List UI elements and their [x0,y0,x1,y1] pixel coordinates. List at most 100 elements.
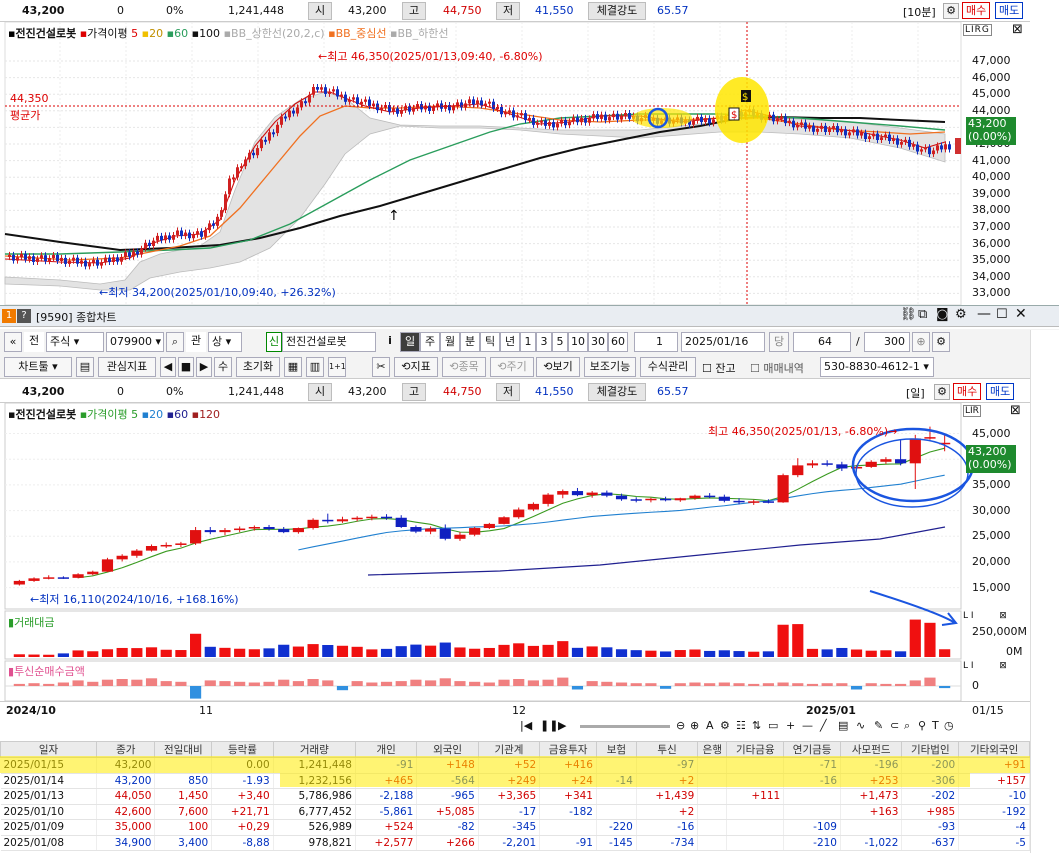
column-header[interactable]: 기관계 [477,741,541,758]
one-plus-one-button[interactable]: 1+1 [328,357,346,377]
min-10[interactable]: 10 [568,332,588,352]
scroll-left-button[interactable]: ◀ [160,357,176,377]
table-row[interactable]: 2025/01/15 43,200 0.00 1,241,448 -91 +148 +52 +… [0,757,1030,774]
table-row[interactable]: 2025/01/14 43,200 850 -1.93 1,232,156 +465 -56… [0,773,1030,789]
fib-icon[interactable]: ∿ [856,719,865,732]
bars-input[interactable]: 64 [793,332,851,352]
collapse-icon[interactable]: « [4,332,22,352]
settings-icon[interactable]: ⚙ [720,719,730,732]
column-header[interactable]: 기타금융 [726,741,785,758]
chart-type-icon[interactable]: ☷ [736,719,746,732]
interval[interactable]: [일] [906,385,925,401]
market-select[interactable]: 주식 ▾ [46,332,104,352]
cursor-icon[interactable]: ▭ [768,719,778,732]
scissors-icon[interactable]: ✂ [372,357,390,377]
trade-history-checkbox[interactable]: ☐ 매매내역 [750,360,804,376]
view-button[interactable]: ⟲보기 [536,357,580,377]
maximize-icon[interactable]: ☐ [996,307,1008,322]
pause-icon[interactable]: ❚❚ [540,719,558,732]
line-icon[interactable]: — [802,719,813,732]
account-select[interactable]: 530-8830-4612-1 ▾ [820,357,934,377]
min-5[interactable]: 5 [552,332,568,352]
sell-button[interactable]: 매도 [995,2,1024,19]
save-icon[interactable]: ▤ [76,357,94,377]
period-day[interactable]: 일 [400,332,420,352]
pin-icon[interactable]: ⚲ [918,719,926,732]
column-header[interactable]: 기타법인 [901,741,960,758]
sin-button[interactable]: 신 [266,332,282,352]
window-close-icon[interactable]: ✕ [1015,306,1027,322]
prev-button[interactable]: 전 [24,332,44,352]
column-header[interactable]: 개인 [354,741,418,758]
column-header[interactable]: 외국인 [416,741,479,758]
chart-settings-icon[interactable]: ⚙ [932,332,950,352]
date-input[interactable]: 2025/01/16 [681,332,765,352]
stock-name-field[interactable]: 전진건설로봇 [282,332,376,352]
copy-icon[interactable]: ⧉ [918,307,927,322]
zoom-box-icon[interactable]: ⌕ [904,719,910,733]
buy-button[interactable]: 매수 [962,2,991,19]
play-icon[interactable]: ▶ [558,719,566,732]
zoom-in-icon[interactable]: ⊕ [690,719,699,732]
buy-button[interactable]: 매수 [953,383,982,400]
zoom-out-icon[interactable]: ⊖ [676,719,685,732]
period-button[interactable]: ⟲주기 [490,357,534,377]
trend-icon[interactable]: ╱ [820,719,827,732]
chart-tool-button[interactable]: 차트툴 ▾ [4,357,72,377]
clock-icon[interactable]: ◷ [944,719,954,732]
dang-button[interactable]: 당 [769,332,789,352]
intraday-chart[interactable]: ↑ $ $ ▪전진건설로봇 ▪가격이평 5 ▪20 ▪60 ▪100 ▪BB_상… [0,22,1030,305]
gear-icon[interactable]: ⚙ [943,3,959,19]
zoom-slider[interactable] [580,725,670,728]
column-header[interactable]: 일자 [0,741,98,758]
column-header[interactable]: 등락률 [211,741,274,758]
gear-icon[interactable]: ⚙ [934,384,950,400]
scroll-right-button[interactable]: ▶ [196,357,212,377]
interest-indicator-button[interactable]: 관심지표 [98,357,156,377]
stop-button[interactable]: ■ [178,357,194,377]
formula-button[interactable]: 수식관리 [640,357,696,377]
column-header[interactable]: 투신 [635,741,699,758]
erase-icon[interactable]: ✎ [874,719,883,732]
table-row[interactable]: 2025/01/08 34,900 3,400 -8,88 978,821 +2,577 +… [0,835,1030,851]
min-1[interactable]: 1 [520,332,536,352]
scroll-left-icon[interactable]: |◀ [520,719,532,732]
minimize-icon[interactable]: — [977,306,991,322]
interest-button[interactable]: 관 [186,332,206,352]
period-tick[interactable]: 틱 [480,332,500,352]
text-icon[interactable]: T [932,719,939,732]
item-button[interactable]: ⟲종목 [442,357,486,377]
grid-icon[interactable]: ▦ [284,357,302,377]
arrange-icon[interactable]: ⇅ [752,719,761,732]
daily-chart-area[interactable]: ▪전진건설로봇 ▪가격이평 5 ▪20 ▪60 ▪120 최고 46,350(2… [0,403,1030,719]
table-row[interactable]: 2025/01/10 42,600 7,600 +21,71 6,777,452 -5,8… [0,804,1030,820]
search-icon[interactable]: ⌕ [166,332,184,352]
camera-icon[interactable]: ◙ [936,307,949,322]
min-30[interactable]: 30 [588,332,608,352]
total-input[interactable]: 300 [864,332,910,352]
period-month[interactable]: 월 [440,332,460,352]
draw-icon[interactable]: ▤ [838,719,848,732]
help-icon[interactable]: ? [17,309,31,323]
column-header[interactable]: 거래량 [272,741,356,758]
sang-select[interactable]: 상 ▾ [208,332,242,352]
link-icon[interactable]: ⛓ [900,307,917,322]
period-minute[interactable]: 분 [460,332,480,352]
assist-button[interactable]: 보조기능 [584,357,636,377]
table-icon[interactable]: ▥ [306,357,324,377]
column-header[interactable]: 전일대비 [154,741,213,758]
indicator-button[interactable]: ⟲지표 [394,357,438,377]
column-header[interactable]: 사모펀드 [839,741,903,758]
column-header[interactable]: 금융투자 [539,741,597,758]
count-input[interactable]: 1 [634,332,678,352]
column-header[interactable]: 기타외국인 [958,741,1030,758]
table-row[interactable]: 2025/01/09 35,000 100 +0,29 526,989 +524 -82 -3… [0,819,1030,836]
zoom-icon[interactable]: ⊕ [912,332,930,352]
sell-button[interactable]: 매도 [986,383,1015,400]
balance-checkbox[interactable]: ☐ 잔고 [702,360,736,376]
min-60[interactable]: 60 [608,332,628,352]
crosshair-icon[interactable]: + [786,719,795,732]
column-header[interactable]: 종가 [96,741,156,758]
scrollbar[interactable] [1030,330,1059,853]
column-header[interactable]: 보험 [595,741,637,758]
